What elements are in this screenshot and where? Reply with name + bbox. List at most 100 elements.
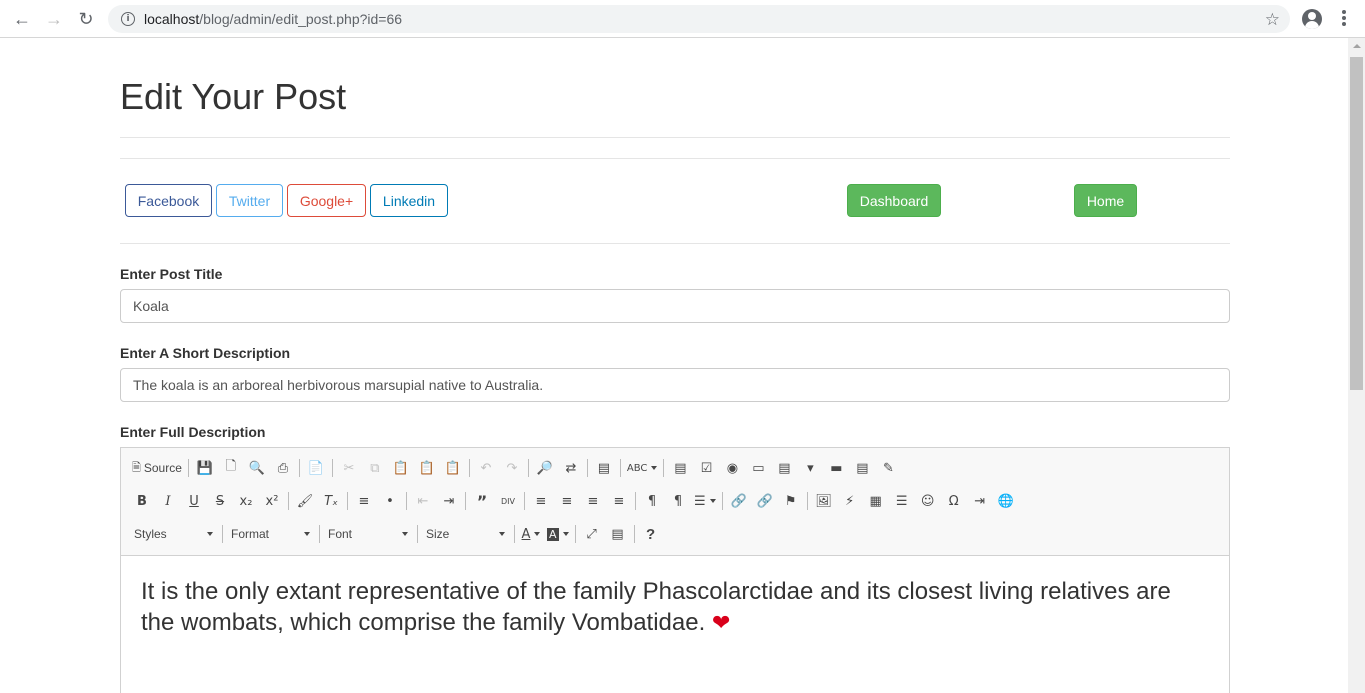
textarea-icon[interactable]: ▤ [771,455,797,481]
form-icon[interactable]: ▤ [667,455,693,481]
checkbox-icon[interactable]: ☑ [693,455,719,481]
table-icon[interactable]: ▦ [863,488,889,514]
find-icon[interactable]: 🔎 [532,455,558,481]
special-char-icon[interactable]: Ω [941,488,967,514]
toolbar-separator [468,459,470,477]
superscript-icon[interactable]: x² [259,488,285,514]
iframe-icon[interactable]: 🌐 [993,488,1019,514]
numbered-list-icon[interactable]: ≡ [351,488,377,514]
hidden-field-icon[interactable]: ✎ [875,455,901,481]
editor-content-area[interactable]: It is the only extant representative of … [121,556,1229,693]
blockquote-icon[interactable]: ” [469,488,495,514]
toolbar-row-3: Styles Format Font Size A A ⤢ ▤ ? [129,520,664,548]
url-path: /blog/admin/edit_post.php?id=66 [199,11,403,27]
linkedin-button[interactable]: Linkedin [370,184,448,217]
toolbar-separator [635,492,636,510]
outdent-icon[interactable]: ⇤ [410,488,436,514]
remove-format-icon[interactable]: Tₓ [318,488,344,514]
bulleted-list-icon[interactable]: • [377,488,403,514]
copy-format-icon[interactable]: 🖌 [292,488,318,514]
toolbar-separator [721,492,723,510]
replace-icon[interactable]: ⇄ [558,455,584,481]
align-center-icon[interactable]: ≡ [554,488,580,514]
chevron-down-icon [402,532,408,536]
url-text[interactable]: localhost/blog/admin/edit_post.php?id=66 [144,11,402,27]
undo-icon[interactable]: ↶ [473,455,499,481]
post-title-input[interactable]: Koala [120,289,1230,323]
short-description-input[interactable]: The koala is an arboreal herbivorous mar… [120,368,1230,402]
radio-icon[interactable]: ◉ [719,455,745,481]
underline-icon[interactable]: U [181,488,207,514]
background-color-icon[interactable]: A [544,521,572,547]
twitter-button[interactable]: Twitter [216,184,283,217]
unlink-icon[interactable]: 🔗 [752,488,778,514]
reload-icon[interactable]: ↻ [75,8,97,30]
home-button[interactable]: Home [1074,184,1137,217]
show-blocks-icon[interactable]: ▤ [605,521,631,547]
toolbar-separator [574,525,576,543]
full-description-label: Enter Full Description [120,424,266,440]
copy-icon[interactable]: ⧉ [362,455,388,481]
styles-dropdown[interactable]: Styles [129,521,219,547]
bold-icon[interactable]: B [129,488,155,514]
page-scrollbar[interactable] [1348,38,1365,693]
dashboard-button[interactable]: Dashboard [847,184,941,217]
new-page-icon[interactable]: 🗋 [218,455,244,481]
bookmark-star-icon[interactable]: ☆ [1265,10,1280,30]
rtl-icon[interactable]: ¶ [665,488,691,514]
format-dropdown[interactable]: Format [226,521,316,547]
editor-toolbar: 🗎 Source 💾 🗋 🔍 ⎙ 📄 ✂ ⧉ 📋 📋 📋 ↶ ↷ 🔎 ⇄ ▤ AB… [121,448,1229,556]
font-dropdown[interactable]: Font [323,521,414,547]
strikethrough-icon[interactable]: S [207,488,233,514]
horizontal-line-icon[interactable]: ☰ [889,488,915,514]
kebab-menu-icon[interactable] [1337,10,1351,28]
flash-icon[interactable]: ⚡ [837,488,863,514]
image-button-icon[interactable]: ▤ [849,455,875,481]
templates-icon[interactable]: 📄 [303,455,329,481]
info-icon[interactable]: i [121,12,135,26]
source-button[interactable]: 🗎 Source [129,455,185,481]
button-field-icon[interactable]: ▬ [823,455,849,481]
div-container-icon[interactable]: DIV [495,488,521,514]
scroll-up-arrow-icon[interactable] [1348,38,1365,55]
cut-icon[interactable]: ✂ [336,455,362,481]
align-right-icon[interactable]: ≡ [580,488,606,514]
spellcheck-icon[interactable]: ABC [624,455,661,481]
justify-icon[interactable]: ≡ [606,488,632,514]
image-icon[interactable]: 🖼 [811,488,837,514]
profile-icon[interactable] [1302,9,1322,29]
anchor-icon[interactable]: ⚑ [778,488,804,514]
toolbar-separator [524,492,525,510]
maximize-icon[interactable]: ⤢ [579,521,605,547]
select-field-icon[interactable]: ▾ [797,455,823,481]
facebook-button[interactable]: Facebook [125,184,212,217]
subscript-icon[interactable]: x₂ [233,488,259,514]
text-field-icon[interactable]: ▭ [745,455,771,481]
toolbar-separator [331,459,333,477]
language-icon[interactable]: ☰ [691,488,719,514]
paste-word-icon[interactable]: 📋 [440,455,466,481]
text-color-icon[interactable]: A [518,521,544,547]
size-dropdown[interactable]: Size [421,521,511,547]
indent-icon[interactable]: ⇥ [436,488,462,514]
save-icon[interactable]: 💾 [192,455,218,481]
align-left-icon[interactable]: ≡ [528,488,554,514]
link-icon[interactable]: 🔗 [726,488,752,514]
page-break-icon[interactable]: ⇥ [967,488,993,514]
scroll-thumb[interactable] [1350,57,1363,390]
smiley-icon[interactable]: ☺ [915,488,941,514]
paste-text-icon[interactable]: 📋 [414,455,440,481]
print-icon[interactable]: ⎙ [270,455,296,481]
forward-arrow-icon[interactable]: → [43,8,65,30]
paste-icon[interactable]: 📋 [388,455,414,481]
ltr-icon[interactable]: ¶ [639,488,665,514]
redo-icon[interactable]: ↷ [499,455,525,481]
select-all-icon[interactable]: ▤ [591,455,617,481]
address-bar[interactable]: i localhost/blog/admin/edit_post.php?id=… [108,5,1290,33]
back-arrow-icon[interactable]: ← [11,8,33,30]
italic-icon[interactable]: I [155,488,181,514]
help-icon[interactable]: ? [638,521,664,547]
google-plus-button[interactable]: Google+ [287,184,366,217]
preview-icon[interactable]: 🔍 [244,455,270,481]
chevron-down-icon [207,532,213,536]
